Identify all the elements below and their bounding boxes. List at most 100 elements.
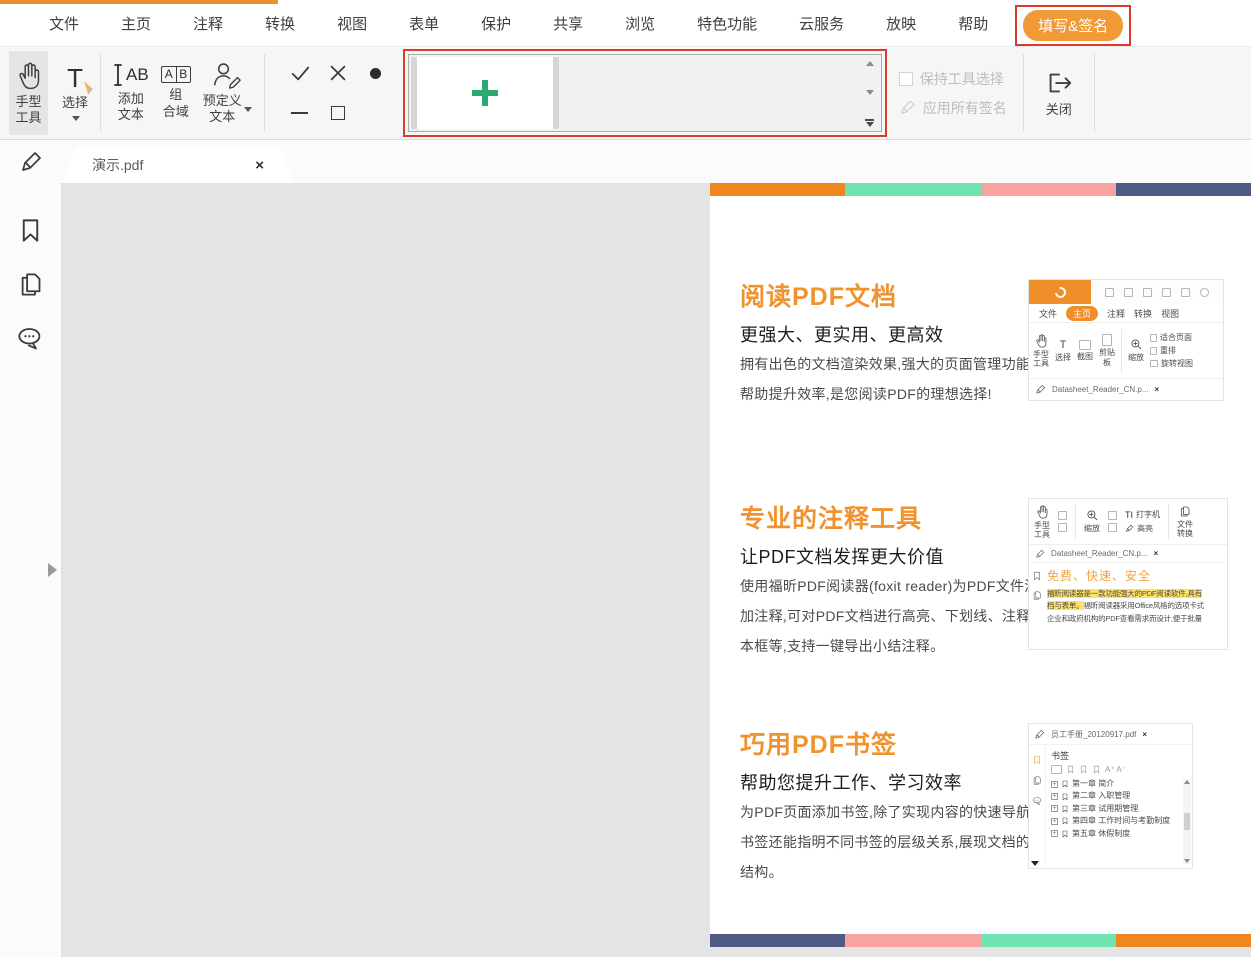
signature-options-group: 保持工具选择 应用所有签名: [899, 69, 1007, 118]
panel-expand-handle[interactable]: [48, 563, 57, 577]
close-label: 关闭: [1046, 102, 1072, 118]
add-text-button[interactable]: AB 添加 文本: [107, 51, 155, 135]
mini-scrollbar: [1183, 779, 1191, 864]
section3-subheading: 帮助您提升工作、学习效率: [740, 769, 962, 795]
document-canvas[interactable]: 阅读PDF文档 更强大、更实用、更高效 拥有出色的文档渲染效果,强大的页面管理功…: [62, 183, 1251, 957]
pdf-page: 阅读PDF文档 更强大、更实用、更高效 拥有出色的文档渲染效果,强大的页面管理功…: [710, 183, 1251, 947]
menu-item-features[interactable]: 特色功能: [676, 4, 778, 46]
menu-item-cloud[interactable]: 云服务: [778, 4, 865, 46]
toolbar-divider: [264, 54, 265, 132]
hand-tool-button[interactable]: 手型 工具: [9, 51, 48, 135]
gallery-more-button[interactable]: [865, 119, 874, 127]
foxit-logo: [1029, 280, 1091, 304]
ribbon-toolbar: 手型 工具 T 选择 AB 添加 文本 AB 组 合域 预定义 文本: [0, 46, 1251, 140]
apply-all-label: 应用所有签名: [923, 98, 1007, 118]
section1-heading: 阅读PDF文档: [740, 277, 897, 313]
mini-doc-tab: 员工手册_20120917.pdf ×: [1029, 724, 1192, 745]
fill-sign-highlight-box: 填写&签名: [1015, 5, 1131, 46]
mini-screenshot-annotation: 手型 工具 缩放 TI打字机 高亮 文件 转换: [1028, 498, 1228, 650]
cross-stamp-button[interactable]: [327, 62, 349, 84]
ribbon-menubar: 文件 主页 注释 转换 视图 表单 保护 共享 浏览 特色功能 云服务 放映 帮…: [0, 4, 1251, 46]
line-stamp-button[interactable]: [291, 112, 308, 114]
check-stamp-button[interactable]: [289, 62, 311, 84]
select-cursor-icon: T: [67, 65, 83, 91]
combine-field-icon: AB: [161, 66, 191, 83]
menu-item-share[interactable]: 共享: [532, 4, 604, 46]
add-signature-card[interactable]: [411, 57, 559, 129]
keep-tool-selected-option[interactable]: 保持工具选择: [899, 69, 1007, 89]
mini-menu: 文件 主页 注释 转换 视图: [1029, 304, 1223, 323]
menu-item-form[interactable]: 表单: [388, 4, 460, 46]
menu-item-home[interactable]: 主页: [100, 4, 172, 46]
exit-icon: [1044, 68, 1074, 98]
predefined-text-label: 预定义 文本: [203, 93, 252, 126]
bookmarks-panel-icon[interactable]: [17, 217, 44, 244]
hand-icon: [15, 60, 42, 90]
section1-body: 拥有出色的文档渲染效果,强大的页面管理功能, 帮助提升效率,是您阅读PDF的理想…: [740, 349, 1034, 409]
mini-toolbar: 手型 工具 T选择 截图 剪贴 板 缩放 适合页面 重排 旋转视图: [1029, 323, 1223, 379]
section2-subheading: 让PDF文档发挥更大价值: [740, 543, 944, 569]
document-tab[interactable]: 演示.pdf ×: [62, 147, 294, 183]
mini-toolbar: 手型 工具 缩放 TI打字机 高亮 文件 转换: [1029, 499, 1227, 545]
tab-close-icon[interactable]: ×: [255, 157, 264, 174]
page-top-stripe: [710, 183, 1251, 196]
highlighted-text: 福昕阅读器是一款功能强大的PDF阅读软件,具有: [1047, 589, 1202, 598]
menu-item-browse[interactable]: 浏览: [604, 4, 676, 46]
mini-bookmark-panel: 书签 A⁺ A⁻ +第一章 简介 +第二章 入职管理 +第三章 试用期管理: [1046, 745, 1192, 868]
keep-tool-checkbox[interactable]: [899, 72, 913, 86]
select-tool-label: 选择: [62, 95, 88, 111]
menu-item-help[interactable]: 帮助: [937, 4, 1009, 46]
menu-item-fill-sign[interactable]: 填写&签名: [1023, 10, 1123, 41]
predefined-text-button[interactable]: 预定义 文本: [197, 51, 258, 135]
combine-field-label: 组 合域: [163, 87, 189, 120]
signature-gallery-empty: [561, 55, 859, 131]
add-text-icon: AB: [113, 63, 149, 87]
menu-item-slideshow[interactable]: 放映: [865, 4, 937, 46]
keep-tool-label: 保持工具选择: [920, 69, 1004, 89]
person-pencil-icon: [211, 61, 243, 89]
combine-field-button[interactable]: AB 组 合域: [155, 51, 197, 135]
select-tool-button[interactable]: T 选择: [56, 51, 94, 135]
menu-item-convert[interactable]: 转换: [244, 4, 316, 46]
add-text-label: 添加 文本: [118, 91, 144, 124]
section3-body: 为PDF页面添加书签,除了实现内容的快速导航, 书签还能指明不同书签的层级关系,…: [740, 797, 1035, 887]
toolbar-divider: [1023, 54, 1024, 132]
scroll-down-icon[interactable]: [866, 90, 874, 95]
signature-gallery-highlight-box: [403, 49, 887, 137]
chevron-down-icon: [72, 116, 80, 121]
menu-item-protect[interactable]: 保护: [460, 4, 532, 46]
pencil-icon[interactable]: [19, 150, 43, 174]
close-fill-sign-button[interactable]: 关闭: [1030, 51, 1088, 135]
chevron-down-icon: [244, 107, 252, 112]
document-tab-bar: 演示.pdf ×: [0, 141, 1251, 183]
section2-heading: 专业的注释工具: [740, 499, 922, 535]
scroll-up-icon[interactable]: [866, 61, 874, 66]
pencil-icon: [899, 99, 916, 116]
toolbar-divider: [100, 54, 101, 132]
stamp-group: [281, 53, 395, 133]
pages-panel-icon[interactable]: [17, 271, 44, 298]
menu-item-comment[interactable]: 注释: [172, 4, 244, 46]
signature-gallery-scroll: [859, 55, 881, 131]
mini-screenshot-bookmarks: 员工手册_20120917.pdf × 书签: [1028, 723, 1193, 869]
mini-sidebar: [1029, 745, 1046, 868]
mini-panel-title: 书签: [1051, 749, 1190, 762]
tab-rail: [0, 141, 62, 183]
foxit-reader-window: 文件 主页 注释 转换 视图 表单 保护 共享 浏览 特色功能 云服务 放映 帮…: [0, 0, 1251, 957]
signature-gallery: [408, 54, 882, 132]
page-bottom-stripe: [710, 934, 1251, 947]
hand-tool-label: 手型 工具: [15, 94, 41, 127]
dot-stamp-button[interactable]: [370, 68, 381, 79]
mini-screenshot-reader: 文件 主页 注释 转换 视图 手型 工具 T选择 截图 剪贴 板 缩放: [1028, 279, 1224, 401]
mini-doc-tab: Datasheet_Reader_CN.p... ×: [1029, 545, 1227, 563]
plus-icon: [472, 80, 498, 106]
section3-heading: 巧用PDF书签: [740, 725, 897, 761]
menu-item-view[interactable]: 视图: [316, 4, 388, 46]
toolbar-divider: [1094, 54, 1095, 132]
menu-item-file[interactable]: 文件: [28, 4, 100, 46]
comments-panel-icon[interactable]: [16, 325, 45, 352]
mini-quickbar-icons: [1091, 280, 1223, 304]
document-tab-title: 演示.pdf: [92, 155, 143, 175]
square-stamp-button[interactable]: [331, 106, 345, 120]
apply-all-signatures-option[interactable]: 应用所有签名: [899, 98, 1007, 118]
